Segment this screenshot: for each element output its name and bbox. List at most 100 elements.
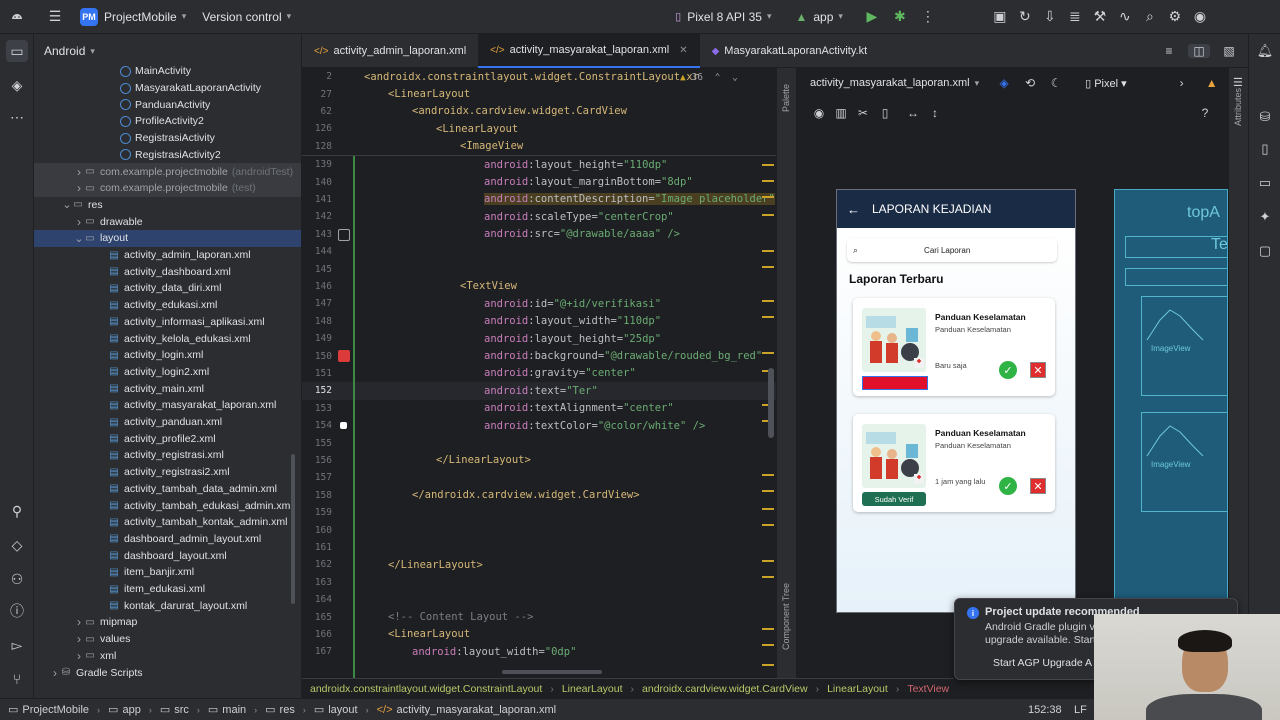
blueprint-toggle-icon[interactable]: ▥ [830,106,852,120]
chevron-down-icon[interactable]: ⌄ [62,198,72,211]
tree-item[interactable]: › ⛁ Gradle Scripts [34,664,301,681]
tree-item[interactable]: ▤ activity_tambah_kontak_admin.xml [34,514,301,531]
gradle-icon[interactable]: ⛁ [1254,106,1276,128]
code-line[interactable]: 164 [302,591,776,608]
code-line[interactable]: 151 android:gravity="center" [302,365,776,382]
status-path-item[interactable]: res [280,704,295,716]
status-path-item[interactable]: ProjectMobile [22,704,89,716]
color-swatch-white[interactable] [340,422,347,429]
code-line[interactable]: 163 [302,574,776,591]
running-devices-icon[interactable]: ▭ [1254,172,1276,194]
gemini-icon[interactable]: ✦ [1254,206,1276,228]
more-tools-icon[interactable]: ⋯ [6,106,28,128]
report-card[interactable]: Panduan Keselamatan Panduan Keselamatan … [853,298,1055,396]
phone-preview[interactable]: ← LAPORAN KEJADIAN ⌕ Cari Laporan Lapora… [836,189,1076,613]
palette-strip[interactable]: Palette Component Tree [776,68,796,678]
tree-item[interactable]: ⌄ ▭ res [34,197,301,214]
reject-x-icon[interactable]: ✕ [1030,478,1046,494]
code-line[interactable]: 145 [302,260,776,277]
status-path-item[interactable]: activity_masyarakat_laporan.xml [397,704,557,716]
status-path-item[interactable]: app [122,704,140,716]
design-view-icon[interactable]: ▧ [1218,44,1240,58]
inspection-stripe[interactable] [762,300,774,302]
breadcrumb-item[interactable]: TextView [907,683,949,695]
expand-horizontal-icon[interactable]: ↔ [902,106,924,120]
inspection-stripe[interactable] [762,524,774,526]
device-explorer-icon[interactable]: ▯ [1254,138,1276,160]
palette-label[interactable]: Palette [781,84,791,112]
sticky-line[interactable]: 62 <androidx.cardview.widget.CardView [302,103,776,120]
tree-item[interactable]: ▤ activity_masyarakat_laporan.xml [34,397,301,414]
expand-vertical-icon[interactable]: ↕ [924,106,946,120]
component-tree-label[interactable]: Component Tree [781,583,791,650]
run-icon[interactable]: ▶ [861,6,883,28]
inspection-stripe[interactable] [762,214,774,216]
chevron-right-icon[interactable]: › [74,649,84,663]
sticky-line[interactable]: 128 <ImageView [302,138,776,155]
tree-item[interactable]: ⌄ ▭ layout [34,230,301,247]
version-control-icon[interactable]: ⑂ [6,668,28,690]
device-manager-icon[interactable]: ▣ [989,6,1011,28]
report-search-input[interactable]: ⌕ Cari Laporan [847,238,1057,262]
device-preview-selector[interactable]: ▯ Pixel ▾ [1085,77,1127,90]
inspection-stripe[interactable] [762,490,774,492]
build-variants-icon[interactable]: ⚲ [6,500,28,522]
tree-item[interactable]: › ▭ com.example.projectmobile (androidTest) [34,163,301,180]
tree-item[interactable]: ▤ activity_admin_laporan.xml [34,247,301,264]
gradle-sync-icon[interactable]: ↻ [1014,6,1036,28]
code-line[interactable]: 147 android:id="@+id/verifikasi" [302,295,776,312]
resource-manager-icon[interactable]: ◈ [6,74,28,96]
code-line[interactable]: 167 android:layout_width="0dp" [302,643,776,660]
caret-position[interactable]: 152:38 [1028,704,1062,716]
tree-item[interactable]: MasyarakatLaporanActivity [34,80,301,97]
color-swatch-red[interactable] [338,350,350,363]
tree-item[interactable]: ▤ item_banjir.xml [34,564,301,581]
build-icon[interactable]: ⚒ [1089,6,1111,28]
code-line[interactable]: 148 android:layout_width="110dp" [302,313,776,330]
editor-hscrollbar[interactable] [502,670,602,674]
status-path-item[interactable]: layout [328,704,357,716]
code-editor[interactable]: 2 <androidx.constraintlayout.widget.Const… [302,68,776,678]
tree-item[interactable]: ▤ activity_panduan.xml [34,414,301,431]
version-control-menu[interactable]: Version control ▾ [202,10,291,24]
debug-icon[interactable]: ✱ [889,6,911,28]
warning-icon[interactable]: ▲ [1201,76,1223,90]
code-line[interactable]: 142 android:scaleType="centerCrop" [302,208,776,225]
sticky-line[interactable]: 126 <LinearLayout [302,120,776,137]
notifications-bell-icon[interactable]: 🔔︎ [1254,40,1276,62]
code-line[interactable]: 139 android:layout_height="110dp" [302,156,776,173]
blueprint-preview[interactable]: topA Tex ImageView ImageView [1114,189,1228,599]
tree-item[interactable]: ▤ activity_edukasi.xml [34,297,301,314]
inspection-stripe[interactable] [762,508,774,510]
chevron-right-icon[interactable]: › [1171,76,1193,90]
device-selector[interactable]: ▯ Pixel 8 API 35 ▾ [675,10,771,24]
code-line[interactable]: 152 android:text="Ter" [302,382,776,400]
code-line[interactable]: 161 [302,539,776,556]
inspection-stripe[interactable] [762,644,774,646]
more-actions-icon[interactable]: ⋮ [917,6,939,28]
profiler-icon[interactable]: ∿ [1114,6,1136,28]
tree-item[interactable]: ▤ activity_data_diri.xml [34,280,301,297]
code-line[interactable]: 150 android:background="@drawable/rouded_… [302,347,776,364]
night-mode-icon[interactable]: ☾ [1045,76,1067,90]
list-icon[interactable]: ☰ [1233,76,1243,89]
code-line[interactable]: 154 android:textColor="@color/white" /> [302,417,776,434]
editor-scrollbar[interactable] [768,368,774,438]
tree-item[interactable]: ▤ activity_registrasi.xml [34,447,301,464]
code-line[interactable]: 166 <LinearLayout [302,626,776,643]
layout-file-selector[interactable]: activity_masyarakat_laporan.xml [810,77,970,89]
code-line[interactable]: 149 android:layout_height="25dp" [302,330,776,347]
breadcrumb-item[interactable]: androidx.cardview.widget.CardView [642,683,808,695]
inspection-stripe[interactable] [762,560,774,562]
inspection-stripe[interactable] [762,474,774,476]
report-card[interactable]: Panduan Keselamatan Panduan Keselamatan … [853,414,1055,512]
emulator-icon[interactable]: ▢ [1254,240,1276,262]
tab-activity-admin-laporan[interactable]: </> activity_admin_laporan.xml [302,34,478,68]
image-preview-icon[interactable] [338,228,350,241]
code-line[interactable]: 155 [302,434,776,451]
search-icon[interactable]: ⌕ [1139,6,1161,28]
inspection-stripe[interactable] [762,164,774,166]
tree-item[interactable]: ▤ item_edukasi.xml [34,581,301,598]
sticky-line[interactable]: 27 <LinearLayout [302,85,776,102]
inspection-widget[interactable]: ▲ 36 ⌃ ⌄ [680,72,738,83]
